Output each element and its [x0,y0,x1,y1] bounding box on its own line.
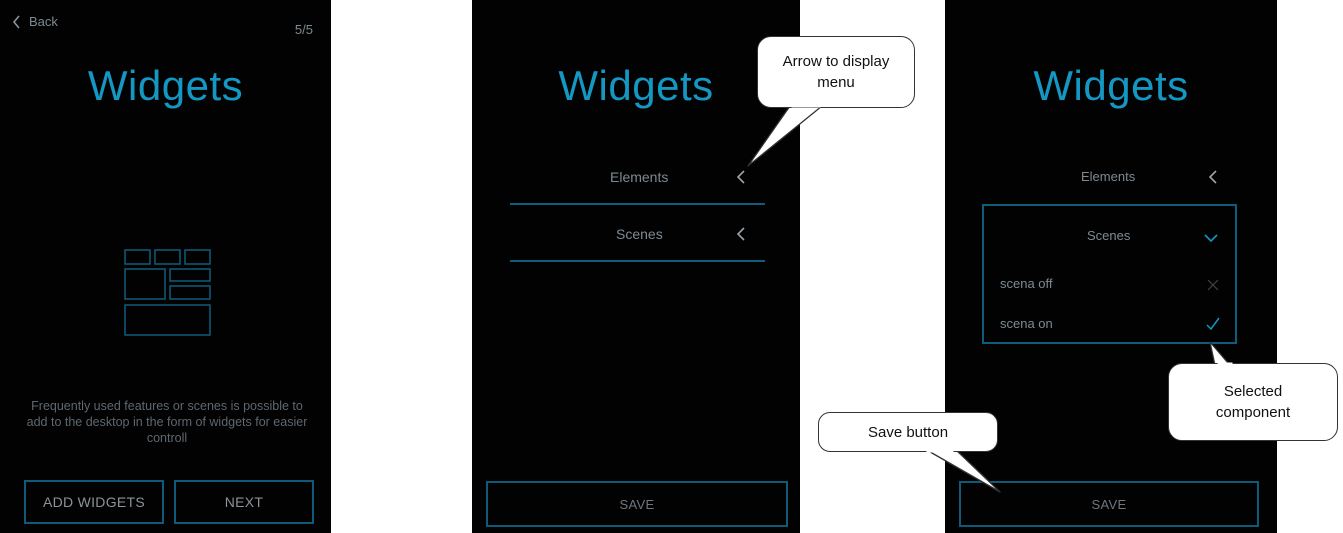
callout-pointer-join [791,105,1233,453]
